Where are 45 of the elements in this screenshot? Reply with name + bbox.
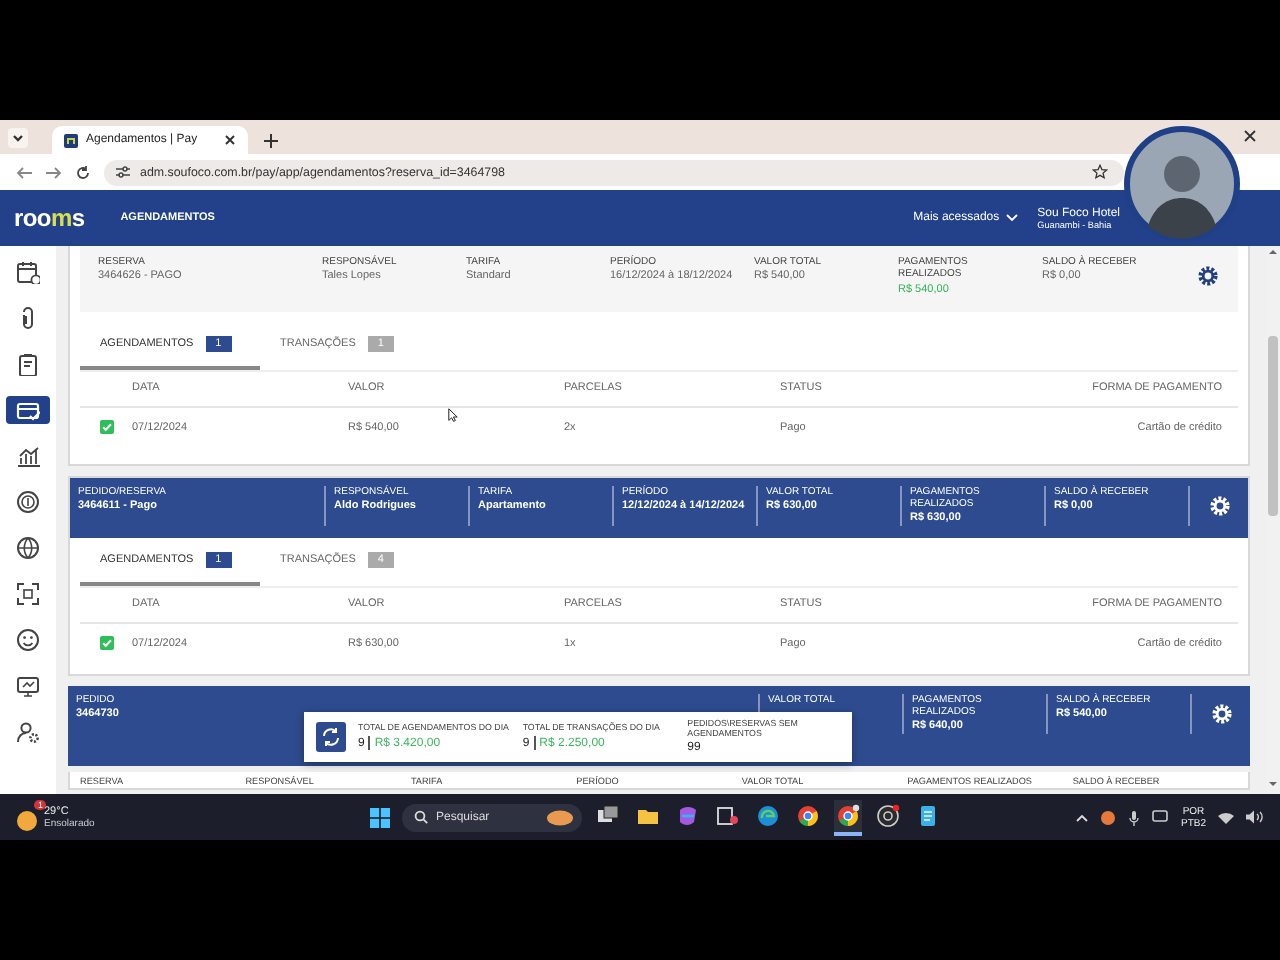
checkbox[interactable]	[99, 420, 113, 435]
edge-icon	[756, 803, 780, 827]
clipboard-icon[interactable]	[16, 352, 40, 376]
site-settings-icon[interactable]	[116, 166, 130, 178]
record-icon	[876, 803, 900, 827]
speaker-icon[interactable]	[1246, 810, 1264, 824]
favicon-icon	[64, 133, 78, 147]
back-icon[interactable]	[16, 165, 32, 179]
settings-icon[interactable]	[1198, 266, 1218, 286]
new-tab-icon[interactable]	[264, 134, 278, 148]
forward-icon[interactable]	[46, 165, 62, 179]
taskbar-app[interactable]	[834, 799, 862, 835]
windows-start-icon[interactable]	[370, 807, 390, 827]
wifi-icon[interactable]	[1218, 811, 1234, 823]
reload-icon[interactable]	[76, 165, 90, 179]
microphone-icon[interactable]	[1128, 809, 1141, 825]
sun-icon	[16, 810, 38, 832]
credit-card-icon	[16, 398, 40, 422]
close-icon[interactable]	[1244, 130, 1256, 142]
search-icon	[414, 810, 428, 824]
smile-icon[interactable]	[16, 628, 40, 652]
checkbox[interactable]	[99, 636, 113, 651]
cursor-icon	[448, 408, 458, 422]
display-icon[interactable]	[1152, 810, 1169, 824]
notepad-icon	[916, 803, 940, 827]
task-view-icon	[596, 803, 620, 827]
calendar-icon[interactable]	[16, 260, 40, 284]
globe-icon[interactable]	[16, 536, 40, 560]
tray-app-icon[interactable]	[1100, 809, 1117, 825]
user-settings-icon[interactable]	[16, 720, 40, 744]
dropdown-icon[interactable]	[8, 128, 28, 148]
monitor-icon[interactable]	[16, 674, 40, 698]
coin-icon[interactable]	[16, 490, 40, 514]
refresh-icon[interactable]	[316, 721, 346, 752]
star-icon[interactable]	[1092, 164, 1108, 180]
scan-icon[interactable]	[16, 582, 40, 606]
chevron-down-icon	[1005, 214, 1018, 222]
rooms-logo[interactable]: rooms	[14, 204, 85, 232]
close-icon[interactable]	[224, 134, 236, 146]
chrome-icon	[836, 803, 860, 827]
sidebar-item-active[interactable]	[6, 396, 50, 424]
chrome-icon	[796, 803, 820, 827]
snipping-icon	[716, 803, 740, 827]
chevron-up-icon[interactable]	[1076, 813, 1089, 821]
chart-icon[interactable]	[16, 444, 40, 468]
